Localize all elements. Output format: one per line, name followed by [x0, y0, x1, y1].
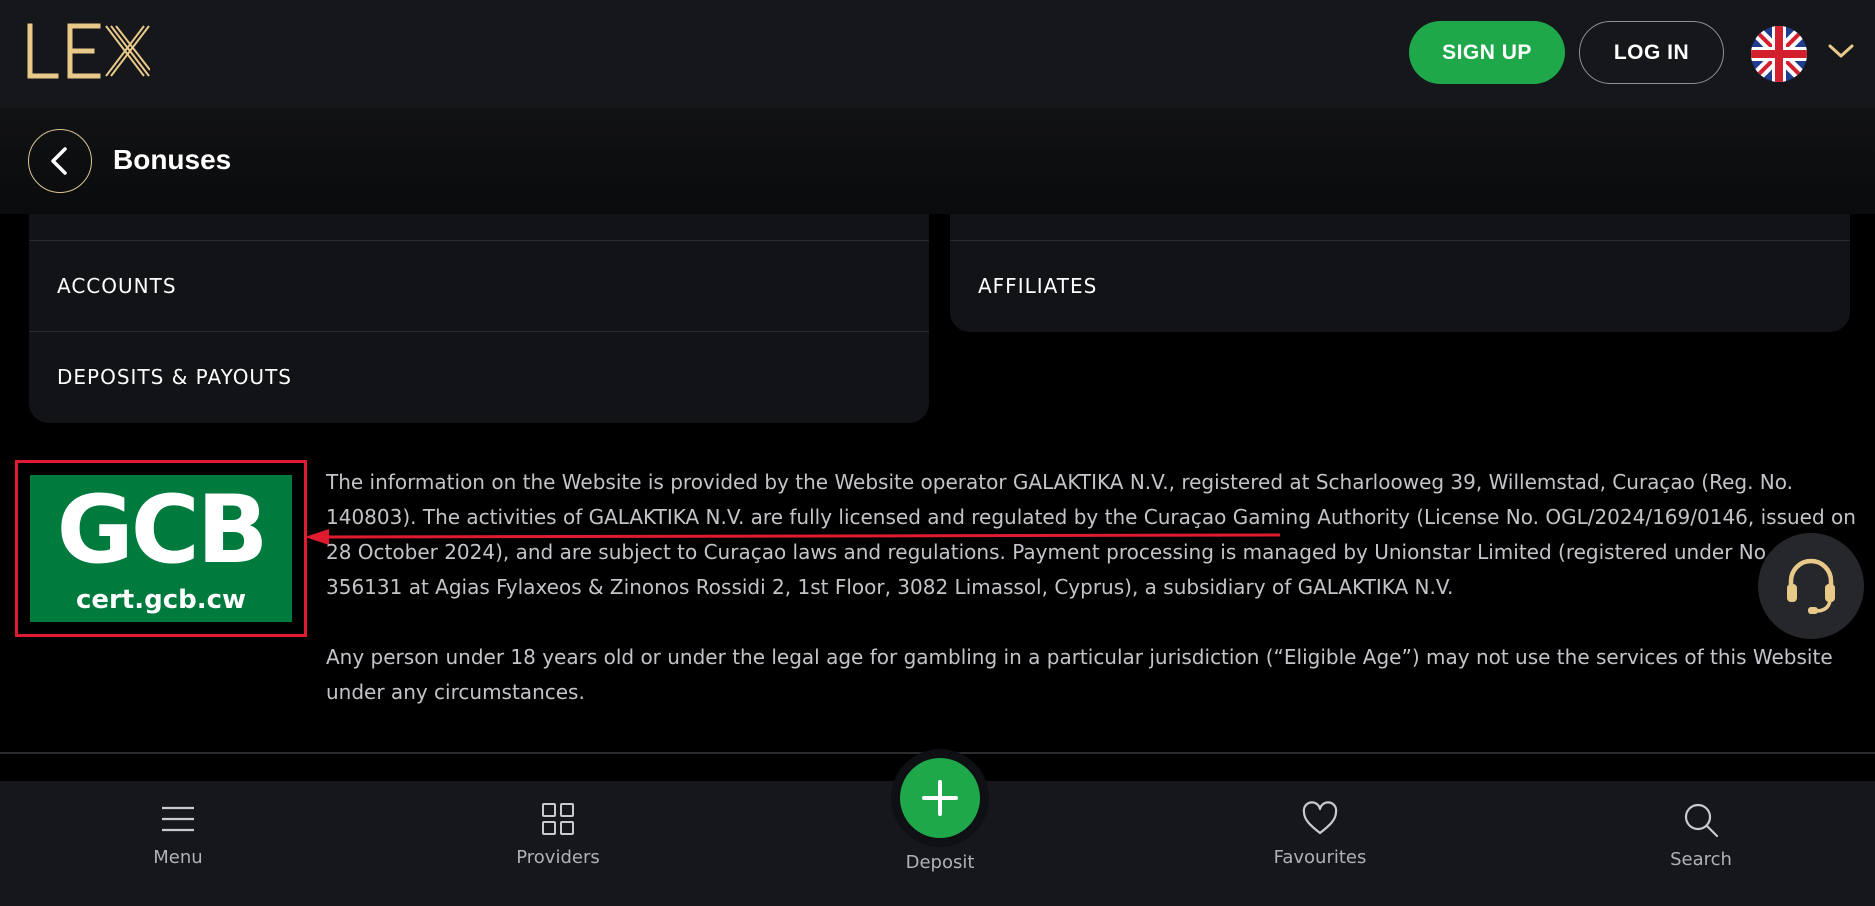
headset-icon [1787, 558, 1835, 614]
nav-search[interactable]: Search [1611, 801, 1791, 891]
gcb-badge-highlight: GCB cert.gcb.cw [15, 460, 307, 637]
gcb-badge-url: cert.gcb.cw [75, 585, 247, 615]
page-title: Bonuses [113, 144, 232, 175]
chevron-down-icon [1828, 44, 1854, 58]
plus-icon [922, 780, 958, 816]
license-paragraph-2: Any person under 18 years old or under t… [326, 645, 1833, 704]
license-highlight: The activities of GALAKTIKA N.V. are ful… [422, 505, 1410, 529]
log-in-button[interactable]: LOG IN [1579, 21, 1724, 84]
grid-icon [542, 803, 574, 835]
nav-search-label: Search [1670, 849, 1732, 870]
top-header: SIGN UP LOG IN [0, 0, 1875, 108]
license-text: The information on the Website is provid… [326, 465, 1856, 745]
gcb-license-badge[interactable]: GCB cert.gcb.cw [30, 475, 292, 622]
deposit-button[interactable] [900, 758, 980, 838]
nav-providers[interactable]: Providers [468, 801, 648, 891]
link-deposits-payouts[interactable]: DEPOSITS & PAYOUTS [29, 332, 929, 422]
lex-logo[interactable] [26, 22, 150, 80]
footer-links-left: ACCOUNTS DEPOSITS & PAYOUTS [29, 214, 929, 423]
chevron-left-icon [51, 147, 67, 175]
nav-menu-label: Menu [153, 847, 203, 868]
uk-flag-icon [1751, 26, 1807, 82]
footer-links-right: AFFILIATES [950, 214, 1850, 332]
hamburger-menu-icon [162, 806, 194, 832]
nav-menu[interactable]: Menu [88, 801, 268, 891]
nav-deposit-label: Deposit [905, 852, 975, 873]
gcb-badge-title: GCB [56, 476, 269, 585]
support-chat-button[interactable] [1758, 533, 1864, 639]
license-paragraph-1: The information on the Website is provid… [326, 465, 1856, 605]
nav-favourites-label: Favourites [1273, 847, 1367, 868]
nav-providers-label: Providers [516, 847, 600, 868]
back-button[interactable] [28, 129, 92, 193]
language-selector[interactable] [1751, 24, 1857, 82]
heart-icon [1302, 801, 1338, 835]
search-icon [1684, 803, 1719, 838]
page-subheader: Bonuses [0, 108, 1875, 214]
nav-favourites[interactable]: Favourites [1230, 801, 1410, 891]
link-accounts[interactable]: ACCOUNTS [29, 241, 929, 331]
sign-up-button[interactable]: SIGN UP [1409, 21, 1565, 84]
link-affiliates[interactable]: AFFILIATES [950, 241, 1850, 331]
